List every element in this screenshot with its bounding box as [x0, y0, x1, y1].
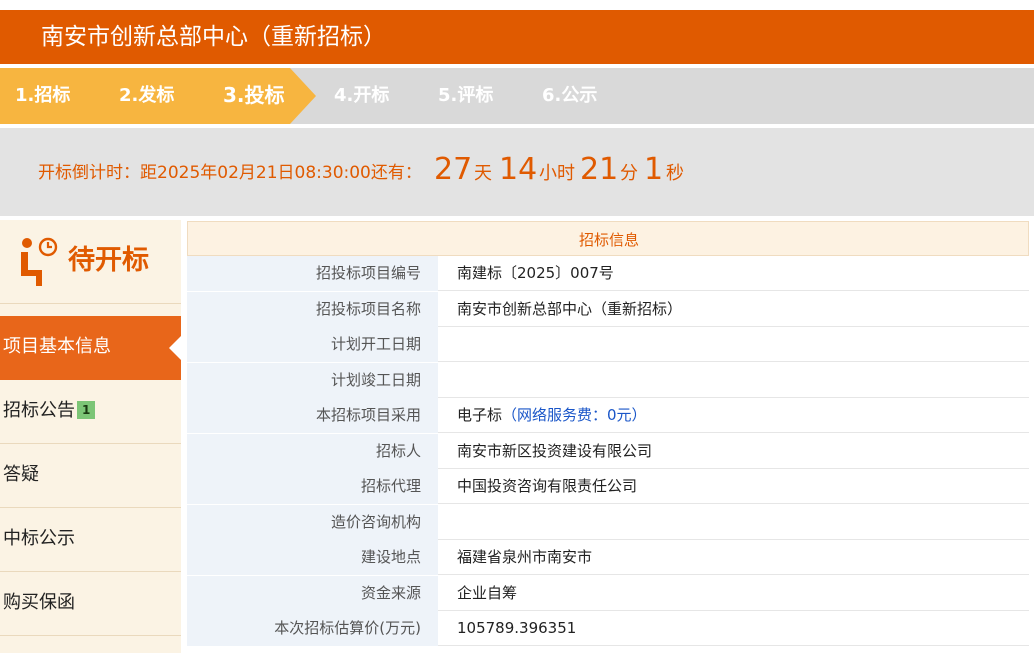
table-row: 本招标项目采用 电子标（网络服务费：0元） [187, 398, 1029, 433]
field-value-text: 南建标〔2025〕007号 [457, 264, 614, 282]
sidebar-item-buy-guarantee[interactable]: 购买保函 [0, 572, 181, 636]
field-value-text: 南安市创新总部中心（重新招标） [457, 299, 683, 318]
table-row: 招投标项目名称 南安市创新总部中心（重新招标） [187, 291, 1029, 327]
status-label: 待开标 [68, 245, 149, 276]
table-title: 招标信息 [578, 231, 639, 249]
field-label: 建设地点 [187, 540, 438, 575]
field-value-text: 福建省泉州市南安市 [457, 548, 593, 566]
step-bid-submit: 3.投标 [223, 83, 285, 107]
field-value-text: 南安市新区投资建设有限公司 [457, 441, 653, 460]
sidebar: 待开标 项目基本信息 招标公告 1 答疑 中标公示 购买保函 [0, 220, 181, 653]
table-row: 招投标项目编号 南建标〔2025〕007号 [187, 256, 1029, 291]
field-label: 资金来源 [187, 575, 438, 611]
sidebar-item-project-info[interactable]: 项目基本信息 [0, 316, 181, 380]
title-bar: 南安市创新总部中心（重新招标） [0, 10, 1034, 64]
field-label: 本招标项目采用 [187, 398, 438, 433]
field-label: 造价咨询机构 [187, 504, 438, 540]
sidebar-item-label: 项目基本信息 [3, 336, 111, 357]
step-bid-issue: 2.发标 [119, 85, 175, 106]
tender-info-table: 招标信息 招投标项目编号 南建标〔2025〕007号招投标项目名称 南安市创新总部中… [187, 221, 1029, 653]
step-bid-evaluate: 5.评标 [438, 85, 494, 106]
table-row: 计划竣工日期 [187, 362, 1029, 398]
field-label: 招标代理 [187, 469, 438, 504]
sidebar-item-label: 中标公示 [3, 528, 75, 549]
table-row: 造价咨询机构 [187, 504, 1029, 540]
current-step-arrow [290, 68, 316, 124]
field-value-text: 电子标 [457, 406, 503, 424]
status-box: 待开标 [0, 220, 181, 304]
field-value: 电子标（网络服务费：0元） [457, 398, 647, 433]
field-value-text: 中国投资咨询有限责任公司 [457, 477, 638, 495]
field-value: 中国投资咨询有限责任公司 [457, 469, 637, 504]
sidebar-item-qa[interactable]: 答疑 [0, 444, 181, 508]
table-row: 本次招标估算价(万元) 105789.396351 [187, 611, 1029, 646]
sidebar-item-label: 购买保函 [3, 592, 75, 613]
field-value-text: 企业自筹 [457, 583, 518, 602]
active-indicator [169, 336, 181, 360]
step-progress: 1.招标 2.发标 3.投标 4.开标 5.评标 6.公示 [0, 68, 1034, 124]
field-label: 计划竣工日期 [187, 362, 438, 398]
field-label: 本次招标估算价(万元) [187, 611, 438, 646]
field-value: 福建省泉州市南安市 [457, 540, 592, 575]
count-badge: 1 [77, 401, 96, 419]
field-value: 南安市创新总部中心（重新招标） [457, 292, 682, 327]
countdown-seconds: 1 [644, 152, 664, 187]
field-label: 招投标项目编号 [187, 256, 438, 291]
field-value: 105789.396351 [457, 611, 576, 646]
countdown-days: 27 [434, 152, 473, 187]
countdown-hours-unit: 小时 [539, 163, 575, 184]
table-row: 计划开工日期 [187, 327, 1029, 362]
field-value: 企业自筹 [457, 576, 517, 611]
countdown-hours: 14 [499, 152, 538, 187]
table-row: 招标代理 中国投资咨询有限责任公司 [187, 469, 1029, 504]
sidebar-item-label: 招标公告 [3, 400, 75, 421]
countdown-label: 开标倒计时：距2025年02月21日08:30:00还有： [38, 163, 422, 183]
sidebar-item-award-publicity[interactable]: 中标公示 [0, 508, 181, 572]
field-value-text: 105789.396351 [457, 619, 577, 637]
step-bid-open: 4.开标 [334, 85, 390, 106]
field-label: 招标人 [187, 433, 438, 469]
table-row: 建设地点 福建省泉州市南安市 [187, 540, 1029, 575]
countdown-minutes: 21 [580, 152, 619, 187]
countdown-minutes-unit: 分 [620, 163, 638, 184]
sidebar-item-label: 答疑 [3, 464, 39, 485]
table-row: 资金来源 企业自筹 [187, 575, 1029, 611]
table-row: 招标人 南安市新区投资建设有限公司 [187, 433, 1029, 469]
countdown-panel: 开标倒计时：距2025年02月21日08:30:00还有： 27 天 14 小时… [0, 128, 1034, 216]
countdown-days-unit: 天 [474, 163, 492, 184]
table-header: 招标信息 [187, 221, 1029, 256]
field-value: 南建标〔2025〕007号 [457, 256, 614, 291]
page-title: 南安市创新总部中心（重新招标） [41, 24, 386, 50]
step-bid-invite: 1.招标 [15, 85, 71, 106]
step-publicity: 6.公示 [542, 85, 598, 106]
field-label: 招投标项目名称 [187, 291, 438, 327]
countdown-seconds-unit: 秒 [666, 163, 684, 184]
waiting-seat-icon [21, 237, 58, 286]
field-value: 南安市新区投资建设有限公司 [457, 434, 652, 469]
field-label: 计划开工日期 [187, 327, 438, 362]
service-fee-note: （网络服务费：0元） [502, 406, 647, 424]
sidebar-item-tender-notice[interactable]: 招标公告 1 [0, 380, 181, 444]
